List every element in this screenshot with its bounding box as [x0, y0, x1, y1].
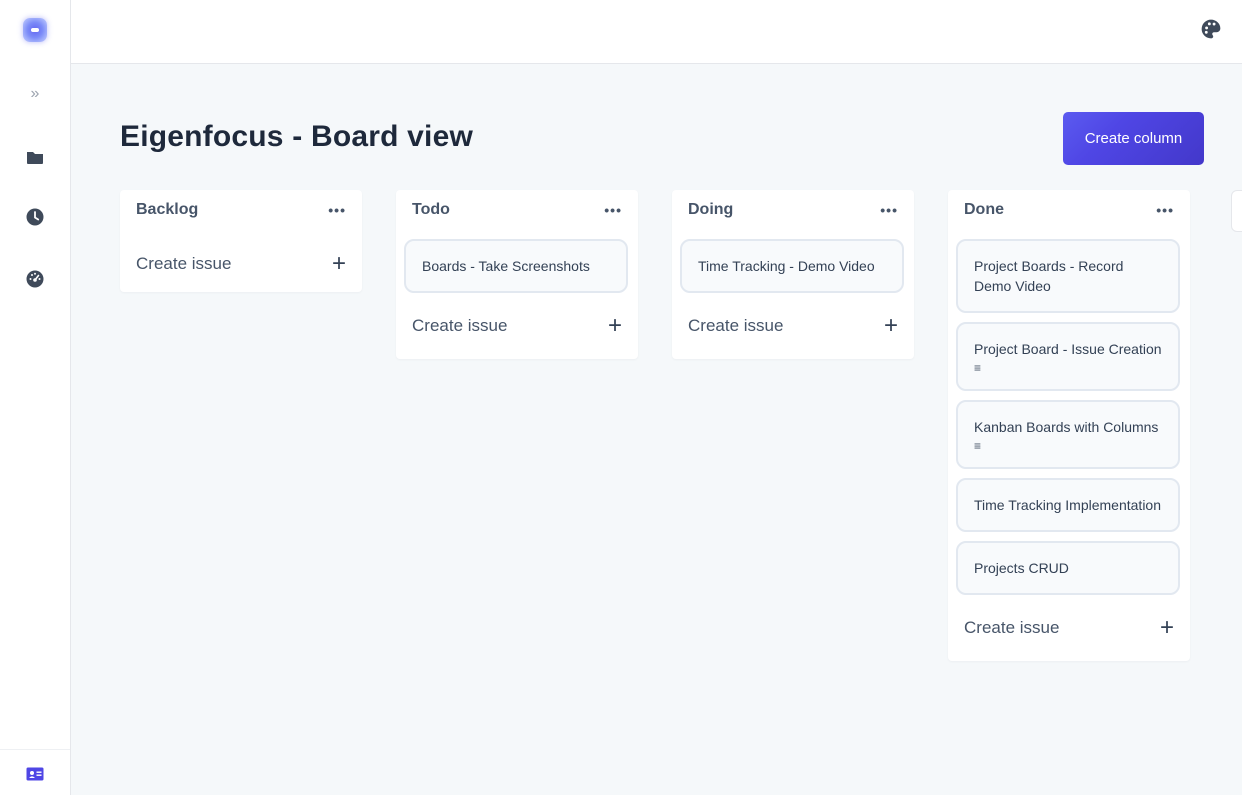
dashboard-icon — [26, 270, 44, 288]
column-title: Todo — [412, 201, 450, 218]
plus-icon: + — [607, 312, 622, 339]
column-menu-icon[interactable]: ••• — [328, 202, 346, 218]
create-issue-button[interactable]: Create issue + — [128, 242, 354, 286]
sidebar-divider — [0, 749, 70, 750]
sidebar: » — [0, 0, 71, 795]
issue-card[interactable]: Project Boards - Record Demo Video — [956, 239, 1180, 313]
column-header: Done ••• — [956, 190, 1182, 230]
sidebar-item-time-tracking[interactable] — [0, 205, 70, 229]
column-done: Done ••• Project Boards - Record Demo Vi… — [948, 190, 1190, 661]
issue-card[interactable]: Projects CRUD — [956, 541, 1180, 595]
create-column-button[interactable]: Create column — [1063, 112, 1204, 165]
issue-title: Time Tracking - Demo Video — [698, 258, 875, 274]
plus-icon: + — [331, 250, 346, 277]
profile-button[interactable] — [0, 762, 70, 786]
description-icon: ≡ — [974, 361, 982, 375]
issue-title: Project Boards - Record Demo Video — [974, 258, 1124, 294]
create-issue-label: Create issue — [412, 316, 508, 335]
issue-title: Kanban Boards with Columns — [974, 419, 1159, 435]
create-issue-button[interactable]: Create issue + — [404, 293, 630, 359]
issue-title: Project Board - Issue Creation — [974, 341, 1162, 357]
chevron-double-right-icon: » — [30, 85, 40, 102]
column-menu-icon[interactable]: ••• — [604, 202, 622, 218]
column-header: Todo ••• — [404, 190, 630, 230]
create-issue-label: Create issue — [688, 316, 784, 335]
issue-title: Time Tracking Implementation — [974, 497, 1161, 513]
column-title: Done — [964, 201, 1004, 218]
create-issue-label: Create issue — [964, 618, 1060, 637]
column-header: Backlog ••• — [128, 190, 354, 230]
issue-card[interactable]: Boards - Take Screenshots — [404, 239, 628, 293]
logo-icon — [23, 18, 47, 42]
column-backlog: Backlog ••• Create issue + — [120, 190, 362, 292]
palette-icon[interactable] — [1200, 18, 1222, 40]
page-title: Eigenfocus - Board view — [120, 120, 473, 153]
issue-title: Projects CRUD — [974, 560, 1069, 576]
column-title: Backlog — [136, 201, 199, 218]
folder-icon — [27, 152, 43, 164]
issue-card[interactable]: Kanban Boards with Columns ≡ — [956, 400, 1180, 469]
next-column-peek[interactable] — [1231, 190, 1242, 232]
column-doing: Doing ••• Time Tracking - Demo Video Cre… — [672, 190, 914, 359]
create-issue-button[interactable]: Create issue + — [956, 595, 1182, 661]
sidebar-item-dashboard[interactable] — [0, 267, 70, 291]
issue-card[interactable]: Project Board - Issue Creation ≡ — [956, 322, 1180, 391]
sidebar-item-projects[interactable] — [0, 145, 70, 169]
profile-card-icon — [26, 767, 44, 781]
issue-title: Boards - Take Screenshots — [422, 258, 590, 274]
plus-icon: + — [883, 312, 898, 339]
column-menu-icon[interactable]: ••• — [1156, 202, 1174, 218]
plus-icon: + — [1159, 614, 1174, 641]
issue-card[interactable]: Time Tracking - Demo Video — [680, 239, 904, 293]
create-issue-label: Create issue — [136, 254, 232, 273]
clock-icon — [26, 208, 44, 226]
column-menu-icon[interactable]: ••• — [880, 202, 898, 218]
expand-sidebar-button[interactable]: » — [0, 82, 70, 106]
issue-card[interactable]: Time Tracking Implementation — [956, 478, 1180, 532]
column-header: Doing ••• — [680, 190, 906, 230]
column-todo: Todo ••• Boards - Take Screenshots Creat… — [396, 190, 638, 359]
create-issue-button[interactable]: Create issue + — [680, 293, 906, 359]
description-icon: ≡ — [974, 439, 982, 453]
column-title: Doing — [688, 201, 734, 218]
topbar — [71, 0, 1242, 64]
logo[interactable] — [0, 14, 70, 46]
